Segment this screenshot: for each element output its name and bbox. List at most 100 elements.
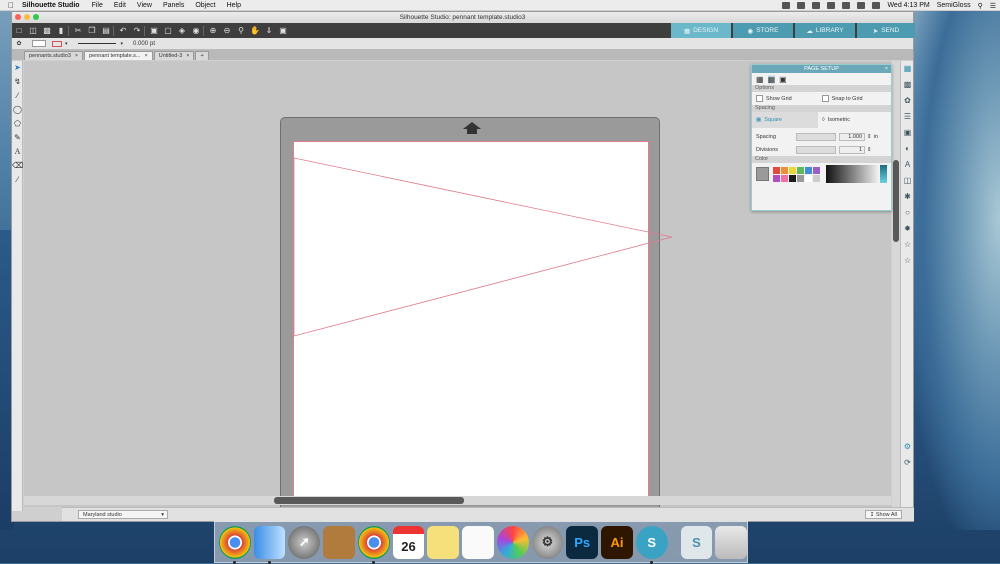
battery-icon[interactable] (857, 2, 866, 9)
menu-object[interactable]: Object (195, 2, 215, 9)
color-swatch[interactable] (804, 174, 812, 182)
offset-icon[interactable]: ✸ (901, 221, 914, 237)
fit-to-page-icon[interactable]: ⇓ (262, 25, 276, 37)
bluetooth-icon[interactable] (812, 2, 821, 9)
silhouette-document-icon[interactable]: S (680, 525, 713, 559)
doc-tab[interactable]: pennants.studio3 × (24, 51, 84, 60)
text-tool-icon[interactable]: A (12, 145, 23, 159)
text-style-icon[interactable]: A (901, 157, 914, 173)
spacing-stepper[interactable]: ⇕ (867, 134, 872, 140)
spacing-input[interactable]: 1.000 (839, 132, 865, 141)
color-swatch[interactable] (796, 174, 804, 182)
tab-design[interactable]: ▦ DESIGN (671, 23, 731, 38)
vertical-scroll-thumb[interactable] (893, 160, 899, 242)
replicate-icon[interactable]: ◈ (175, 25, 189, 37)
color-swatch[interactable] (772, 166, 780, 174)
fill-panel-icon[interactable]: ✿ (901, 93, 914, 109)
menu-edit[interactable]: Edit (114, 2, 126, 9)
creative-cloud-icon[interactable] (782, 2, 791, 9)
copy-icon[interactable]: ❐ (85, 25, 99, 37)
pen-tool-icon[interactable]: ✎ (12, 131, 23, 145)
chrome-icon[interactable] (357, 525, 390, 564)
finder-icon[interactable] (253, 525, 286, 564)
doc-tab[interactable]: Untitled-3 × (153, 51, 195, 60)
divisions-input[interactable]: 1 (839, 145, 865, 154)
menu-panels[interactable]: Panels (163, 2, 184, 9)
tab-close-icon[interactable]: × (75, 52, 78, 60)
divisions-slider[interactable] (796, 145, 836, 154)
notes-icon[interactable] (427, 525, 460, 559)
isometric-grid-button[interactable]: ◊ Isometric (818, 117, 850, 123)
color-swatch[interactable] (812, 174, 820, 182)
app-menu[interactable]: Silhouette Studio (22, 2, 80, 9)
pennant-outline[interactable] (293, 157, 673, 337)
vertical-scrollbar[interactable] (892, 61, 900, 507)
page-icon[interactable]: ▦ (756, 75, 764, 84)
doc-tab-active[interactable]: pennant template.s... × (84, 51, 153, 60)
grid-icon[interactable]: ▦ (767, 74, 776, 84)
minimize-icon[interactable] (24, 14, 30, 20)
system-preferences-icon[interactable]: ⚙ (531, 525, 564, 559)
line-dropdown-icon[interactable]: ▾ (65, 41, 68, 47)
edit-points-icon[interactable]: ↯ (12, 75, 23, 89)
tab-send[interactable]: ➤ SEND (857, 23, 915, 38)
tab-close-icon[interactable]: × (145, 52, 148, 60)
contacts-icon[interactable] (323, 525, 355, 559)
zoom-out-icon[interactable]: ⊖ (220, 25, 234, 37)
color-swatch[interactable] (772, 174, 780, 182)
photos-icon[interactable] (496, 525, 529, 559)
close-icon[interactable] (15, 14, 21, 20)
divisions-stepper[interactable]: ⇕ (867, 147, 872, 153)
show-grid-checkbox[interactable] (756, 95, 763, 102)
zoom-selection-icon[interactable]: ⚲ (234, 25, 248, 37)
refresh-icon[interactable]: ⟳ (901, 455, 914, 471)
modify-icon[interactable]: ○ (901, 205, 914, 221)
snap-to-grid-checkbox[interactable] (821, 95, 829, 102)
fill-color-swatch[interactable] (32, 40, 46, 47)
polygon-tool-icon[interactable]: ⬠ (12, 117, 23, 131)
color-swatch[interactable] (812, 166, 820, 174)
menu-view[interactable]: View (137, 2, 152, 9)
zoom-icon[interactable] (33, 14, 39, 20)
page-setup-icon[interactable]: ▦ (901, 61, 914, 77)
star-icon[interactable]: ☆ (901, 253, 914, 269)
panel-title-bar[interactable]: PAGE SETUP × (752, 65, 891, 73)
hue-slider[interactable] (879, 165, 887, 183)
horizontal-scroll-thumb[interactable] (274, 497, 464, 504)
open-file-icon[interactable]: ◫ (26, 25, 40, 37)
save-icon[interactable]: ▩ (40, 25, 54, 37)
color-swatch[interactable] (780, 174, 788, 182)
color-swatch[interactable] (788, 174, 796, 182)
paste-icon[interactable]: ▤ (99, 25, 113, 37)
reminders-icon[interactable] (462, 525, 494, 559)
fit-window-icon[interactable]: ▣ (276, 25, 290, 37)
contrast-icon[interactable]: ◐ (901, 141, 914, 157)
library-select[interactable]: Maryland studio ▾ (78, 510, 168, 519)
replicate-panel-icon[interactable]: ✱ (901, 189, 914, 205)
wifi-icon[interactable] (827, 2, 836, 9)
launchpad-icon[interactable]: ➚ (288, 525, 321, 559)
square-grid-button[interactable]: ▦ Square (752, 112, 818, 128)
line-tool-icon[interactable]: ∕ (12, 89, 23, 103)
star-outline-icon[interactable]: ☆ (901, 237, 914, 253)
print-icon[interactable]: ▮ (54, 25, 68, 37)
tab-close-icon[interactable]: × (186, 52, 189, 60)
ungroup-icon[interactable]: ▢ (161, 25, 175, 37)
eraser-tool-icon[interactable]: ⌫ (12, 159, 23, 173)
line-width-value[interactable]: 0.000 (133, 41, 148, 47)
silhouette-studio-icon[interactable]: S (635, 525, 668, 564)
calendar-icon[interactable]: 26 (392, 525, 425, 559)
trash-icon[interactable] (715, 525, 748, 559)
line-panel-icon[interactable]: ☰ (901, 109, 914, 125)
align-icon[interactable]: ◫ (901, 173, 914, 189)
pan-icon[interactable]: ✋ (248, 25, 262, 37)
new-tab-button[interactable]: + (195, 51, 209, 60)
apple-icon[interactable]:  (0, 1, 22, 10)
shadow-icon[interactable]: ▣ (901, 125, 914, 141)
color-swatch[interactable] (780, 166, 788, 174)
color-swatch[interactable] (788, 166, 796, 174)
spacing-slider[interactable] (796, 132, 836, 141)
flag-icon[interactable] (872, 2, 881, 9)
photoshop-icon[interactable]: Ps (566, 525, 599, 559)
settings-gear-icon[interactable]: ⚙ (901, 439, 914, 455)
